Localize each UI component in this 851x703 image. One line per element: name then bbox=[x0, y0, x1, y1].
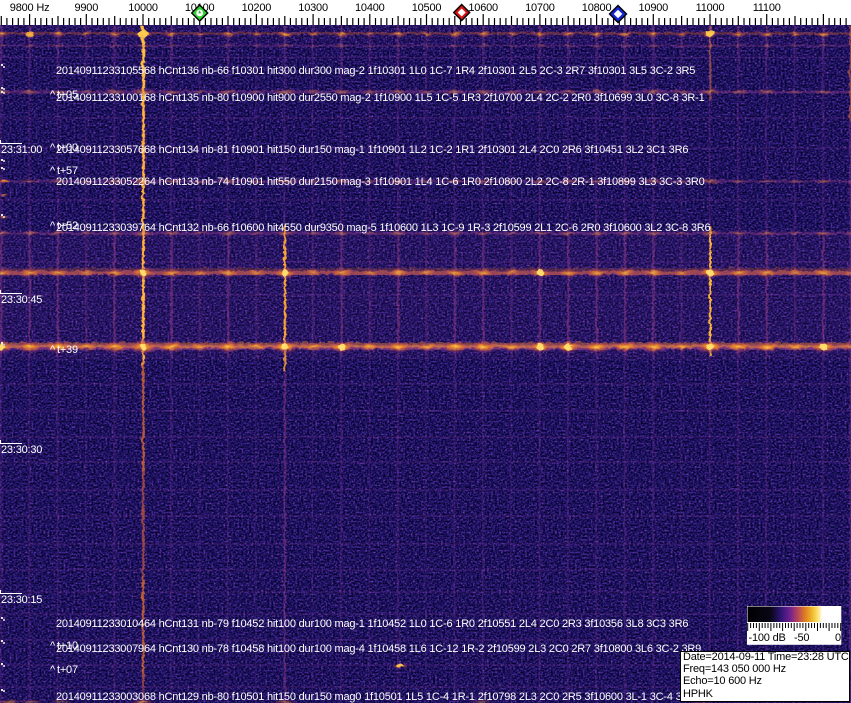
svg-text:10000: 10000 bbox=[128, 2, 158, 14]
svg-text:10500: 10500 bbox=[412, 2, 442, 14]
svg-text:9900: 9900 bbox=[74, 2, 98, 14]
svg-text:11000: 11000 bbox=[696, 2, 725, 14]
svg-text:10600: 10600 bbox=[468, 2, 498, 14]
svg-text:11100: 11100 bbox=[753, 2, 781, 14]
svg-text:10200: 10200 bbox=[242, 2, 272, 14]
svg-text:9800 Hz: 9800 Hz bbox=[10, 2, 50, 14]
svg-text:10700: 10700 bbox=[525, 2, 555, 14]
svg-text:10800: 10800 bbox=[582, 2, 612, 14]
svg-text:10900: 10900 bbox=[639, 2, 669, 14]
svg-text:10300: 10300 bbox=[298, 2, 328, 14]
svg-text:10400: 10400 bbox=[355, 2, 385, 14]
